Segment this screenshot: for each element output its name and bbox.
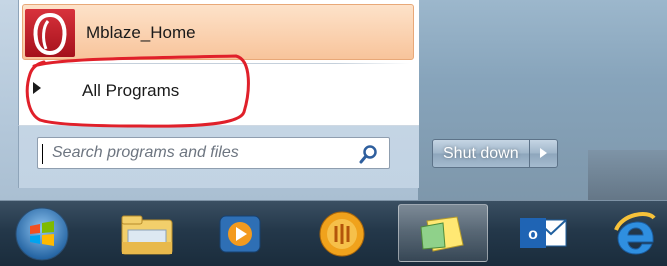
all-programs-item[interactable]: All Programs — [30, 70, 412, 112]
shutdown-button[interactable]: Shut down — [432, 139, 530, 168]
folder-icon[interactable] — [104, 204, 190, 262]
text-caret — [42, 144, 43, 164]
mblaze-taskbar-icon[interactable] — [298, 204, 384, 262]
shutdown-group: Shut down — [432, 139, 558, 168]
desktop-background — [418, 0, 667, 200]
menu-separator — [36, 63, 410, 64]
svg-text:o: o — [528, 226, 538, 243]
pinned-program-label: Mblaze_Home — [86, 23, 196, 42]
arrow-right-icon — [539, 148, 547, 158]
internet-explorer-icon[interactable] — [598, 204, 667, 262]
desktop-window-edge — [588, 150, 667, 200]
media-player-icon[interactable] — [198, 204, 284, 262]
windows-start-orb-icon[interactable] — [4, 204, 90, 262]
search-programs-input[interactable]: Search programs and files — [37, 137, 390, 169]
arrow-right-icon — [33, 82, 41, 94]
outlook-icon[interactable]: o — [500, 204, 586, 262]
shutdown-options-button[interactable] — [529, 139, 558, 168]
taskbar: o — [0, 200, 667, 266]
search-placeholder: Search programs and files — [52, 144, 239, 161]
pinned-program-mblaze-home[interactable]: Mblaze_Home — [22, 4, 414, 60]
all-programs-label: All Programs — [82, 81, 180, 100]
sticky-notes-icon[interactable] — [398, 204, 488, 262]
search-icon[interactable] — [359, 144, 379, 164]
start-menu: Mblaze_Home All Programs Search programs… — [0, 0, 419, 200]
mblaze-icon — [25, 9, 75, 57]
